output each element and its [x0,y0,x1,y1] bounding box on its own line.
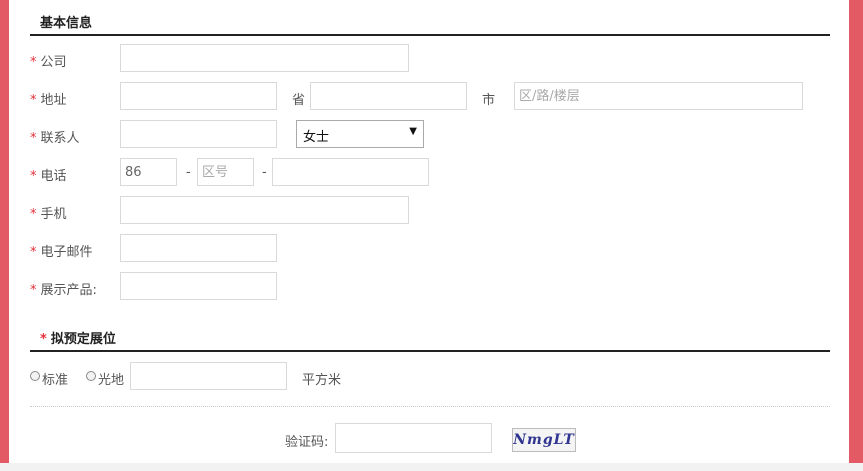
section-rule [30,350,830,352]
city-label: 市 [482,93,496,108]
contact-label: * 联系人 [30,131,80,146]
phone-label: * 电话 [30,169,67,184]
products-label: * 展示产品: [30,283,97,298]
title-select-value: 女士 [303,130,330,145]
section-title-basic-info: 基本信息 [40,16,93,31]
radio-raw-space[interactable] [86,371,96,381]
form-page: 基本信息 *公司 *地址 省 市 *联系人 女士 ▼ *电话 - - *手机 [9,0,849,471]
captcha-input[interactable] [335,423,492,453]
section-rule [30,34,830,36]
contact-input[interactable] [120,120,277,148]
section-title-booth: * 拟预定展位 [40,332,116,347]
captcha-label: 验证码: [285,435,329,450]
booth-area-input[interactable] [130,362,287,390]
radio-raw-space-label: 光地 [98,373,125,388]
company-label: * 公司 [30,55,67,70]
phone-number-input[interactable] [272,158,429,186]
row-mobile: * 手机 [30,196,830,226]
email-label: * 电子邮件 [30,245,93,260]
district-input[interactable] [514,82,803,110]
captcha-image[interactable]: NmgLT [512,428,576,452]
phone-separator: - [186,165,191,180]
phone-separator: - [262,165,267,180]
row-phone: *电话 - - [30,158,830,188]
email-input[interactable] [120,234,277,262]
company-input[interactable] [120,44,409,72]
row-address: * 地址 省 市 [30,82,830,112]
title-select[interactable]: 女士 ▼ [296,120,424,148]
bottom-bar [0,463,863,471]
city-input[interactable] [310,82,467,110]
mobile-label: * 手机 [30,207,67,222]
area-code-input[interactable] [197,158,254,186]
country-code-input[interactable] [120,158,177,186]
province-input[interactable] [120,82,277,110]
row-contact: * 联系人 女士 ▼ [30,120,830,150]
row-company: * 公司 [30,44,830,74]
row-booth: 标准 光地 平方米 [30,362,830,392]
dropdown-arrow-icon: ▼ [409,126,417,137]
products-input[interactable] [120,272,277,300]
province-label: 省 [292,93,306,108]
radio-standard[interactable] [30,371,40,381]
divider [30,406,830,407]
mobile-input[interactable] [120,196,409,224]
row-email: * 电子邮件 [30,234,830,264]
area-unit-label: 平方米 [302,373,342,388]
row-products: * 展示产品: [30,272,830,302]
radio-standard-label: 标准 [42,373,69,388]
address-label: * 地址 [30,93,67,108]
